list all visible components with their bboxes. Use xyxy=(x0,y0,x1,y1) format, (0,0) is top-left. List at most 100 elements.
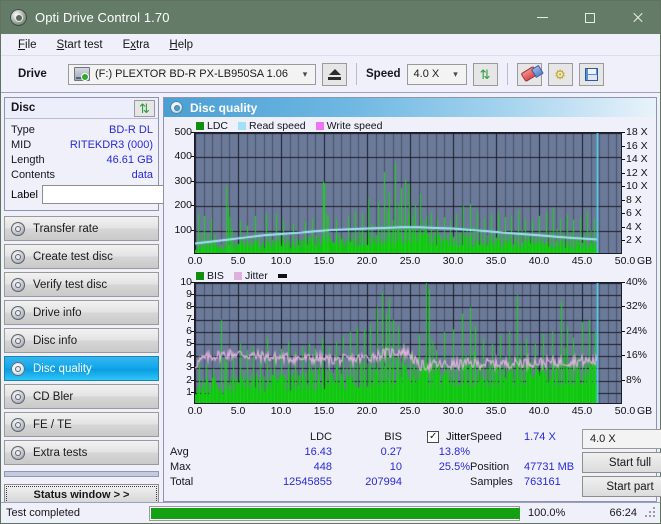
y2-tick-mark xyxy=(622,213,625,215)
legend-swatch-ldc xyxy=(196,121,204,130)
readout-speed: Speed 1.74 X xyxy=(470,429,582,444)
menu-help-rest: elp xyxy=(177,38,194,51)
minimize-button[interactable] xyxy=(519,1,566,34)
sidebar-item-transfer-rate[interactable]: Transfer rate xyxy=(4,216,159,241)
charts-area: LDC Read speed Write speed 100 200 300 400 5… xyxy=(164,117,656,426)
bis-chart: BIS Jitter 1 2 3 4 5 6 7 8 9 10 8% 16% 2… xyxy=(166,269,654,419)
bis-y-axis-left: 1 2 3 4 5 6 7 8 9 10 xyxy=(166,276,194,404)
x-tick-label: 0.0 xyxy=(187,255,203,267)
disc-icon xyxy=(11,417,25,432)
disc-panel-title: Disc xyxy=(11,102,36,114)
y2-tick-mark xyxy=(622,132,625,133)
sidebar-item-create-test-disc[interactable]: Create test disc xyxy=(4,244,159,269)
menu-start-test-rest: tart test xyxy=(64,38,103,51)
drive-icon xyxy=(74,67,90,81)
legend-item-write-speed: Write speed xyxy=(315,119,383,132)
disc-panel-header: Disc ⇅ xyxy=(5,98,158,119)
menu-help[interactable]: Help xyxy=(160,37,202,53)
resize-grip[interactable] xyxy=(644,506,658,520)
refresh-button[interactable]: ⇅ xyxy=(472,62,498,86)
y2-tick-label: 2 X xyxy=(626,234,642,247)
x-tick-label: 30.0 xyxy=(442,405,464,417)
x-tick-label: 40.0 xyxy=(528,405,550,417)
disc-row-contents: Contents data xyxy=(11,167,153,182)
x-tick-label: 45.0 xyxy=(571,405,593,417)
y2-tick-label: 24% xyxy=(626,324,648,337)
x-tick-label: 15.0 xyxy=(313,255,335,267)
legend-label-write-speed: Write speed xyxy=(326,119,383,132)
progress-bar-fill xyxy=(151,507,520,519)
x-tick-label: 20.0 xyxy=(356,405,378,417)
sidebar-item-drive-info[interactable]: Drive info xyxy=(4,300,159,325)
toolbar-divider-1 xyxy=(356,63,357,85)
x-tick-label: 20.0 xyxy=(356,255,378,267)
disc-row-contents-key: Contents xyxy=(11,168,56,181)
disc-icon xyxy=(11,445,25,460)
disc-row-type-value: BD-R DL xyxy=(108,123,153,136)
readout-speed-value: 1.74 X xyxy=(524,430,556,443)
sidebar-item-label: Disc quality xyxy=(33,362,92,375)
close-button[interactable] xyxy=(613,1,660,34)
y2-tick-mark xyxy=(622,226,625,228)
settings-button[interactable]: ⚙ xyxy=(547,62,573,86)
ldc-y-axis-right: 2 X4 X6 X8 X 10 X 12 X 14 X 16 X 18 X xyxy=(622,126,654,254)
disc-icon xyxy=(11,361,25,376)
ldc-plot xyxy=(194,132,622,254)
chevron-down-icon: ▾ xyxy=(302,68,308,79)
eject-button[interactable] xyxy=(322,62,347,86)
test-speed-value: 4.0 X xyxy=(590,433,616,445)
menu-bar: File Start test Extra Help xyxy=(1,34,660,56)
bis-plot-wrap: 1 2 3 4 5 6 7 8 9 10 8% 16% 24% 32% 40% xyxy=(166,276,654,404)
maximize-button[interactable] xyxy=(566,1,613,34)
disc-refresh-button[interactable]: ⇅ xyxy=(134,99,155,117)
disc-row-length-value: 46.61 GB xyxy=(106,153,153,166)
stats-header-ldc: LDC xyxy=(309,430,332,443)
jitter-checkbox[interactable]: ✓ xyxy=(427,430,440,443)
elapsed-time: 66:24 xyxy=(609,507,637,519)
ldc-legend: LDC Read speed Write speed xyxy=(196,119,654,132)
ldc-chart: LDC Read speed Write speed 100 200 300 400 5… xyxy=(166,119,654,269)
test-speed-select[interactable]: 4.0 X ▾ xyxy=(582,429,661,449)
x-axis-unit: GB xyxy=(637,405,653,417)
y2-tick-mark xyxy=(622,172,625,174)
x-tick-label: 45.0 xyxy=(571,255,593,267)
disc-row-contents-value: data xyxy=(131,168,153,181)
menu-extra-rest: tra xyxy=(136,38,150,51)
drive-toolbar: Drive (F:) PLEXTOR BD-R PX-LB950SA 1.06 … xyxy=(1,56,660,93)
speed-select[interactable]: 4.0 X ▾ xyxy=(406,63,467,85)
legend-marker xyxy=(277,273,287,278)
sidebar-item-disc-quality[interactable]: Disc quality xyxy=(4,356,159,381)
disc-row-mid: MID RITEKDR3 (000) xyxy=(11,137,153,152)
legend-item-ldc: LDC xyxy=(196,120,228,132)
disc-panel: Disc ⇅ Type BD-R DL MID RITEKDR3 (000) L… xyxy=(4,97,244,211)
legend-swatch-marker xyxy=(277,273,287,278)
disc-row-type: Type BD-R DL xyxy=(11,122,153,137)
start-full-button[interactable]: Start full xyxy=(582,452,661,473)
sidebar-item-label: Disc info xyxy=(33,334,78,347)
start-part-button[interactable]: Start part xyxy=(582,476,661,497)
y2-tick-mark xyxy=(622,145,625,147)
sidebar-item-verify-test-disc[interactable]: Verify test disc xyxy=(4,272,159,297)
menu-file[interactable]: File xyxy=(9,37,46,53)
sidebar-item-extra-tests[interactable]: Extra tests xyxy=(4,440,159,465)
x-axis-unit: GB xyxy=(637,255,653,267)
y2-tick-mark xyxy=(622,240,625,242)
legend-swatch-read-speed xyxy=(238,121,247,130)
sidebar-item-label: Drive info xyxy=(33,306,82,319)
test-readouts: Speed 1.74 X Position 47731 MB Samples 7… xyxy=(470,429,582,497)
window-controls xyxy=(519,1,660,34)
eraser-icon xyxy=(520,65,539,83)
erase-button[interactable] xyxy=(516,62,542,86)
sidebar-item-cd-bler[interactable]: CD Bler xyxy=(4,384,159,409)
sidebar-item-fe-te[interactable]: FE / TE xyxy=(4,412,159,437)
menu-start-test[interactable]: Start test xyxy=(48,37,112,53)
status-bar: Test completed 100.0% 66:24 xyxy=(1,502,660,523)
drive-select[interactable]: (F:) PLEXTOR BD-R PX-LB950SA 1.06 ▾ xyxy=(68,63,316,85)
x-tick-label: 30.0 xyxy=(442,255,464,267)
sidebar-item-disc-info[interactable]: Disc info xyxy=(4,328,159,353)
save-button[interactable] xyxy=(578,62,604,86)
ldc-x-axis: 0.0 5.0 10.0 15.0 20.0 25.0 30.0 35.0 40.0 45.0 50… xyxy=(166,254,654,269)
x-tick-label: 5.0 xyxy=(230,255,246,267)
menu-extra[interactable]: Extra xyxy=(114,37,159,53)
legend-item-read-speed: Read speed xyxy=(238,120,306,132)
